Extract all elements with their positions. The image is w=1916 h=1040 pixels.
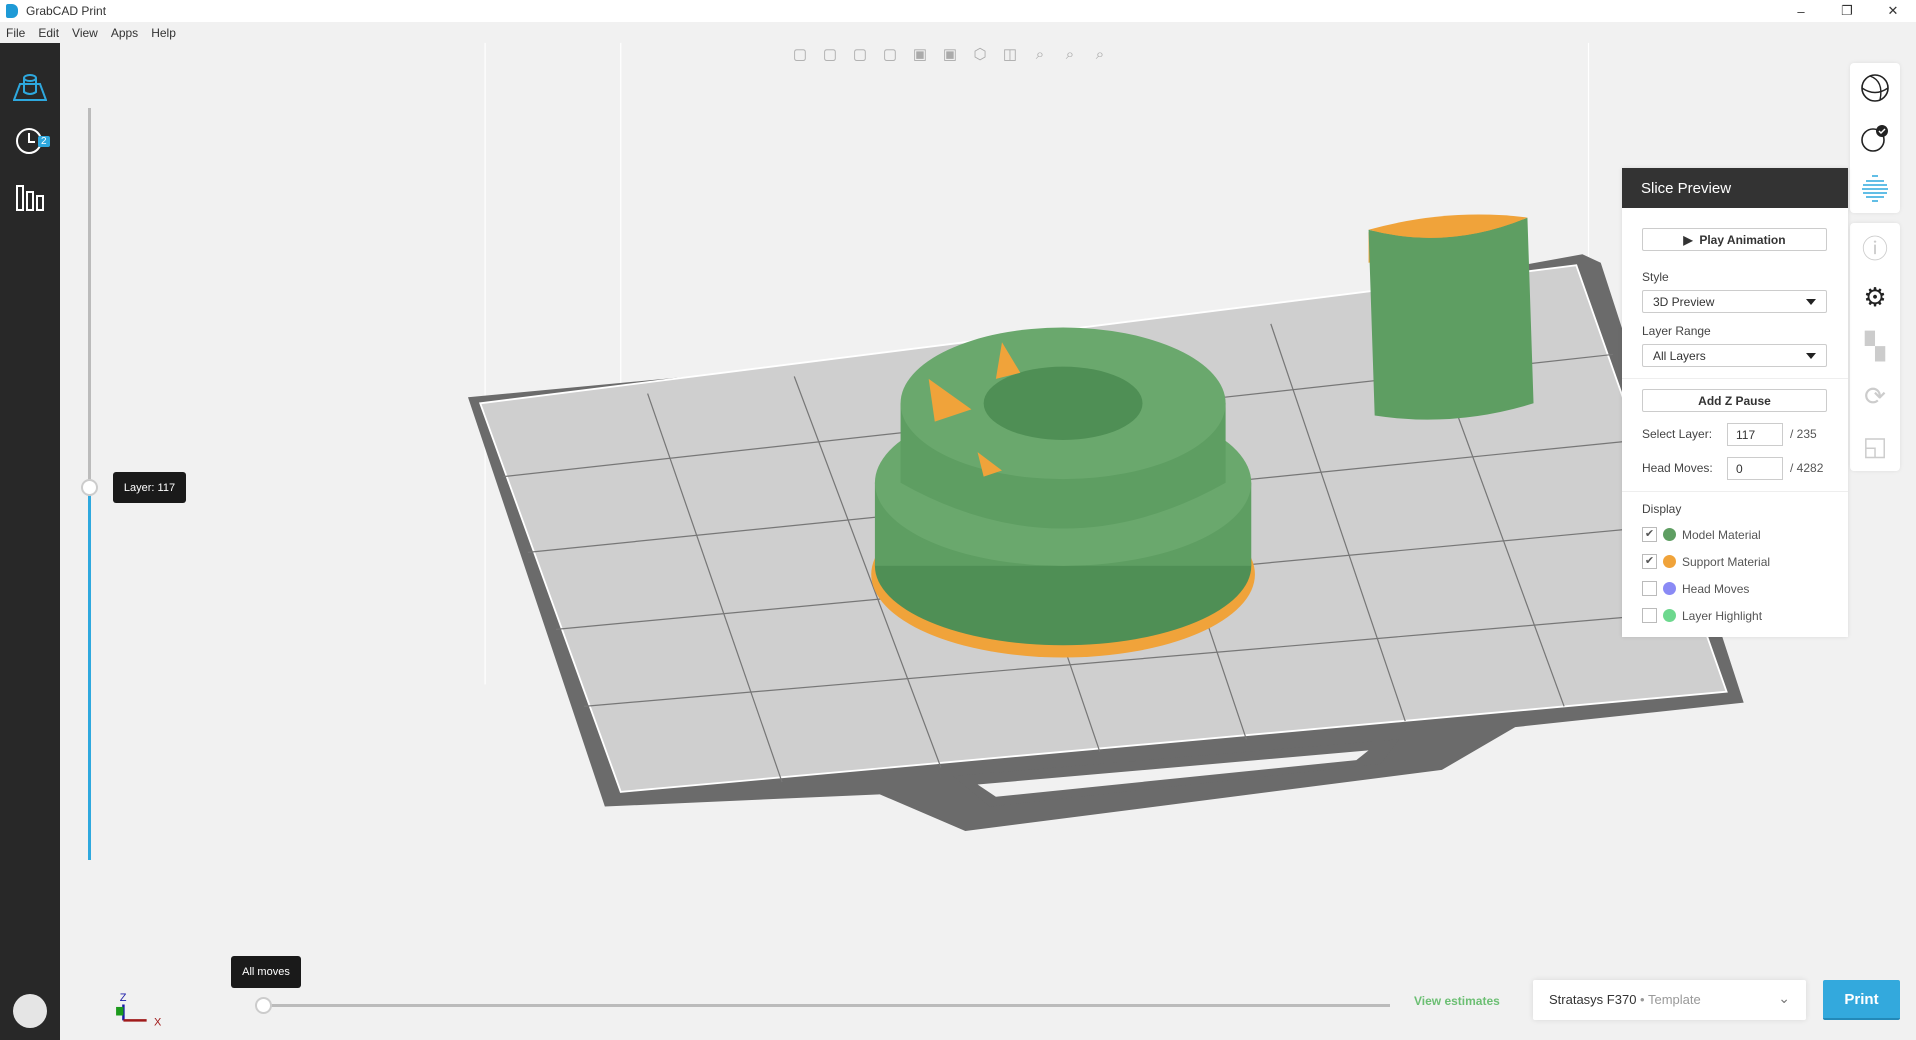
option-label: Layer Highlight [1682, 608, 1763, 623]
scale-icon[interactable]: ◱ [1863, 421, 1888, 471]
view-toolbar: ▢ ▢ ▢ ▢ ▣ ▣ ⬡ ◫ ⌕ ⌕ ⌕ [790, 43, 1110, 65]
gear-icon[interactable]: ⚙ [1863, 273, 1886, 323]
layers-icon [1862, 175, 1888, 202]
head-moves-label: Head Moves: [1642, 461, 1713, 475]
caret-down-icon [1806, 353, 1816, 364]
head-moves-input[interactable]: 0 [1727, 457, 1783, 480]
zoom-selected-icon[interactable]: ⌕ [1060, 45, 1080, 63]
zoom-all-icon[interactable]: ⌕ [1030, 45, 1050, 63]
axis-x-label: X [154, 1016, 162, 1028]
view-bottom-icon[interactable]: ▣ [940, 45, 960, 63]
axis-triad: Z X [116, 992, 162, 1028]
tools-panel: ⓘ ⚙ ▚ ⟳ ◱ [1850, 223, 1900, 471]
printer-template: Template [1647, 992, 1701, 1007]
style-value: 3D Preview [1653, 295, 1715, 309]
slice-preview-panel: Slice Preview ▶ Play Animation Style 3D … [1622, 168, 1848, 637]
moves-tooltip: All moves [231, 956, 301, 988]
checkbox[interactable]: ✔ [1642, 554, 1657, 569]
check-view-button[interactable] [1860, 113, 1890, 163]
view-estimates-link[interactable]: View estimates [1414, 994, 1500, 1008]
zoom-tray-icon[interactable]: ⌕ [1090, 45, 1110, 63]
model-part-box [1368, 214, 1534, 420]
printer-name: Stratasys F370 [1549, 992, 1637, 1007]
option-label: Head Moves [1682, 581, 1750, 596]
add-z-pause-button[interactable]: Add Z Pause [1642, 389, 1827, 412]
layer-total: / 235 [1790, 427, 1817, 441]
display-label: Display [1642, 502, 1682, 516]
view-top-icon[interactable]: ▣ [910, 45, 930, 63]
style-select[interactable]: 3D Preview [1642, 290, 1827, 313]
sphere-check-icon [1861, 125, 1888, 152]
color-dot [1663, 528, 1676, 541]
view-perspective-icon[interactable]: ◫ [1000, 45, 1020, 63]
rotate-icon[interactable]: ⟳ [1864, 372, 1886, 422]
layer-range-label: Layer Range [1642, 324, 1711, 338]
display-model-material[interactable]: ✔ Model Material [1642, 527, 1761, 542]
checkbox[interactable]: ✔ [1642, 527, 1657, 542]
view-back-icon[interactable]: ▢ [820, 45, 840, 63]
axis-z-label: Z [120, 992, 127, 1004]
model-view-button[interactable] [1860, 63, 1890, 113]
color-dot [1663, 609, 1676, 622]
view-left-icon[interactable]: ▢ [850, 45, 870, 63]
model-part-ring [874, 327, 1252, 646]
info-icon[interactable]: ⓘ [1862, 223, 1888, 273]
layer-tooltip: Layer: 117 [113, 472, 186, 503]
checkbox[interactable] [1642, 608, 1657, 623]
display-head-moves[interactable]: Head Moves [1642, 581, 1749, 596]
sphere-icon [1861, 74, 1889, 102]
panel-title: Slice Preview [1622, 168, 1848, 208]
moves-slider[interactable] [263, 1004, 1390, 1007]
printer-select[interactable]: Stratasys F370 • Template ⌄ [1533, 980, 1806, 1020]
display-support-material[interactable]: ✔ Support Material [1642, 554, 1770, 569]
print-button[interactable]: Print [1823, 980, 1900, 1020]
view-front-icon[interactable]: ▢ [790, 45, 810, 63]
select-layer-input[interactable]: 117 [1727, 423, 1783, 446]
view-mode-panel [1850, 63, 1900, 213]
layer-range-select[interactable]: All Layers [1642, 344, 1827, 367]
slice-preview-button[interactable] [1860, 163, 1890, 213]
select-layer-label: Select Layer: [1642, 427, 1713, 441]
style-label: Style [1642, 270, 1669, 284]
divider [1622, 378, 1848, 379]
play-animation-button[interactable]: ▶ Play Animation [1642, 228, 1827, 251]
caret-down-icon [1806, 299, 1816, 310]
color-dot [1663, 582, 1676, 595]
play-label: Play Animation [1699, 232, 1786, 247]
view-right-icon[interactable]: ▢ [880, 45, 900, 63]
moves-total: / 4282 [1790, 461, 1824, 475]
play-icon: ▶ [1683, 232, 1700, 247]
layer-range-value: All Layers [1653, 349, 1706, 363]
view-iso-icon[interactable]: ⬡ [970, 45, 990, 63]
divider [1622, 491, 1848, 492]
checkbox[interactable] [1642, 581, 1657, 596]
display-layer-highlight[interactable]: Layer Highlight [1642, 608, 1762, 623]
layer-slider-fill [88, 487, 91, 860]
option-label: Model Material [1682, 527, 1761, 542]
color-dot [1663, 555, 1676, 568]
option-label: Support Material [1682, 554, 1771, 569]
printer-sep: • [1636, 992, 1648, 1007]
moves-slider-handle[interactable] [255, 997, 272, 1014]
arrange-icon[interactable]: ▚ [1865, 322, 1885, 372]
layer-slider-handle[interactable] [81, 479, 98, 496]
chevron-down-icon: ⌄ [1778, 990, 1790, 1006]
